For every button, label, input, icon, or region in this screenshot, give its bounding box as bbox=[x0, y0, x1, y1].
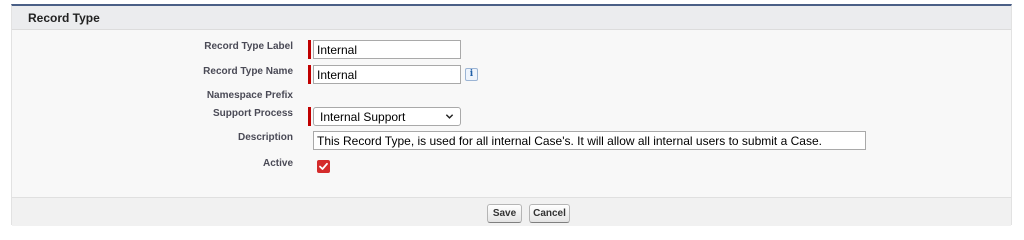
section-header: Record Type bbox=[12, 6, 1011, 30]
record-type-panel: Record Type Record Type Label Record Typ… bbox=[11, 4, 1012, 226]
description-input[interactable] bbox=[313, 131, 866, 150]
cancel-button[interactable]: Cancel bbox=[529, 204, 570, 223]
record-type-name-input[interactable] bbox=[313, 65, 461, 84]
required-marker bbox=[308, 65, 311, 84]
button-footer: Save Cancel bbox=[12, 197, 1011, 226]
record-type-name-label: Record Type Name bbox=[203, 66, 293, 77]
support-process-select[interactable]: Internal Support bbox=[313, 107, 461, 126]
description-label: Description bbox=[237, 132, 293, 143]
support-process-selected: Internal Support bbox=[320, 110, 406, 124]
active-checkbox[interactable] bbox=[317, 160, 330, 173]
active-label: Active bbox=[262, 158, 293, 169]
save-button[interactable]: Save bbox=[487, 204, 522, 223]
checkmark-icon bbox=[319, 162, 328, 170]
record-type-label-input[interactable] bbox=[313, 40, 461, 59]
required-marker bbox=[308, 40, 311, 59]
section-title: Record Type bbox=[28, 11, 100, 25]
namespace-prefix-label: Namespace Prefix bbox=[206, 90, 293, 101]
support-process-label: Support Process bbox=[212, 108, 293, 119]
record-type-label-label: Record Type Label bbox=[204, 41, 293, 52]
chevron-down-icon bbox=[445, 114, 454, 119]
required-marker bbox=[308, 107, 311, 126]
info-icon[interactable]: i bbox=[465, 68, 478, 81]
